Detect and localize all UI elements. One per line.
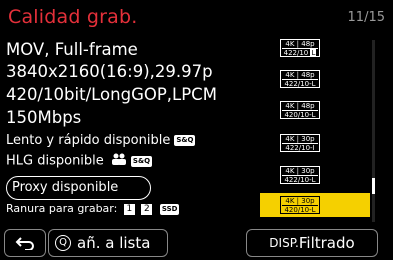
- info-format: MOV, Full-frame: [6, 40, 138, 59]
- badge-res: 4K: [285, 102, 295, 110]
- quality-list-item[interactable]: 4K | 48p 422/10-L: [260, 67, 370, 91]
- slow-fast-label: Lento y rápido disponible: [6, 133, 171, 148]
- quality-badge: 4K | 30p 420/10-L: [280, 196, 320, 214]
- sq-icon: S&Q: [130, 155, 153, 167]
- badge-res: 4K: [285, 135, 295, 143]
- badge-bottom-row: 422/10-L: [281, 176, 319, 184]
- badge-format: 422/10: [283, 49, 309, 57]
- badge-fps: 48p: [301, 40, 315, 48]
- quality-badge: 4K | 48p 420/10-L: [280, 101, 320, 119]
- badge-format: 422/10-L: [284, 80, 316, 88]
- add-to-list-button[interactable]: Q añ. a lista: [48, 229, 168, 257]
- page-counter: 11/15: [347, 10, 385, 25]
- badge-fps: 30p: [301, 135, 315, 143]
- badge-suffix: L: [310, 49, 317, 57]
- quality-list-item[interactable]: 4K | 30p 422/10-L: [260, 163, 370, 187]
- badge-res: 4K: [285, 40, 295, 48]
- slot-1-icon: 1: [123, 203, 135, 215]
- quality-list-item[interactable]: 4K | 48p 422/10 L: [260, 36, 370, 60]
- badge-res: 4K: [285, 167, 295, 175]
- q-icon: Q: [55, 235, 71, 251]
- badge-bottom-row: 422/10-I: [281, 144, 319, 152]
- disp-label: DISP.: [269, 236, 299, 250]
- people-icon: [111, 153, 127, 169]
- badge-bottom-row: 422/10 L: [281, 49, 319, 57]
- badge-top-row: 4K | 48p: [285, 40, 315, 48]
- badge-format: 422/10-I: [285, 144, 315, 152]
- info-resolution: 3840x2160(16:9),29.97p: [6, 62, 213, 81]
- info-panel: MOV, Full-frame 3840x2160(16:9),29.97p 4…: [6, 36, 254, 226]
- header: Calidad grab. 11/15: [0, 0, 393, 34]
- badge-format: 420/10-L: [284, 111, 316, 119]
- info-slow-fast: Lento y rápido disponible S&Q: [6, 133, 196, 148]
- badge-bottom-row: 420/10-L: [281, 206, 319, 214]
- info-slot: Ranura para grabar: 1 2 SSD: [6, 202, 180, 215]
- badge-top-row: 4K | 30p: [285, 135, 315, 143]
- sq-icon: S&Q: [174, 135, 196, 146]
- slot-2-icon: 2: [141, 203, 153, 215]
- quality-badge: 4K | 48p 422/10 L: [280, 39, 320, 57]
- footer: Q añ. a lista DISP. Filtrado: [0, 228, 393, 260]
- back-button[interactable]: [4, 229, 46, 257]
- badge-res: 4K: [285, 71, 295, 79]
- filter-button[interactable]: DISP. Filtrado: [246, 229, 378, 257]
- ssd-icon: SSD: [159, 203, 180, 215]
- page-title: Calidad grab.: [8, 6, 138, 28]
- slot-label: Ranura para grabar:: [6, 202, 118, 215]
- scrollbar-thumb[interactable]: [372, 178, 375, 194]
- badge-fps: 48p: [301, 71, 315, 79]
- info-hlg: HLG disponible S&Q: [6, 153, 153, 169]
- back-arrow-icon: [15, 237, 34, 250]
- badge-fps: 30p: [301, 167, 315, 175]
- filter-label: Filtrado: [298, 234, 355, 252]
- quality-badge: 4K | 30p 422/10-I: [280, 134, 320, 152]
- badge-top-row: 4K | 30p: [285, 197, 315, 205]
- info-bitrate: 150Mbps: [6, 108, 82, 127]
- quality-list-item[interactable]: 4K | 48p 420/10-L: [260, 98, 370, 122]
- badge-res: 4K: [285, 197, 295, 205]
- proxy-highlight: Proxy disponible: [6, 176, 151, 200]
- badge-top-row: 4K | 48p: [285, 71, 315, 79]
- badge-bottom-row: 422/10-L: [281, 80, 319, 88]
- badge-format: 420/10-L: [284, 206, 316, 214]
- add-to-list-label: añ. a lista: [77, 234, 151, 252]
- quality-list: 4K | 48p 422/10 L 4K | 48p 422/10-L 4K | 48p…: [260, 36, 370, 226]
- info-codec: 420/10bit/LongGOP,LPCM: [6, 85, 217, 104]
- badge-bottom-row: 420/10-L: [281, 111, 319, 119]
- badge-top-row: 4K | 30p: [285, 167, 315, 175]
- scrollbar-track[interactable]: [372, 40, 375, 222]
- hlg-label: HLG disponible: [6, 153, 104, 169]
- badge-top-row: 4K | 48p: [285, 102, 315, 110]
- badge-fps: 48p: [301, 102, 315, 110]
- quality-list-item[interactable]: 4K | 30p 420/10-L: [260, 193, 370, 217]
- badge-fps: 30p: [301, 197, 315, 205]
- quality-badge: 4K | 30p 422/10-L: [280, 166, 320, 184]
- quality-list-item[interactable]: 4K | 30p 422/10-I: [260, 131, 370, 155]
- quality-badge: 4K | 48p 422/10-L: [280, 70, 320, 88]
- badge-format: 422/10-L: [284, 176, 316, 184]
